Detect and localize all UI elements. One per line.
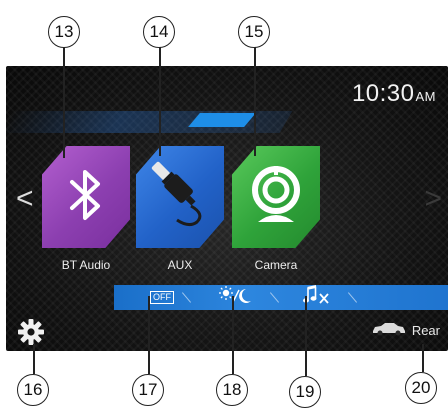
bt-audio-label: BT Audio [61,258,111,272]
callout-13: 13 [48,16,80,48]
mute-button[interactable] [298,285,334,310]
previous-page-arrow[interactable]: < [16,184,34,214]
display-off-label: OFF [153,292,171,302]
rear-camera-button[interactable]: Rear [372,322,440,339]
day-night-icon [218,286,254,309]
callout-20: 20 [405,372,437,404]
callout-16: 16 [17,374,49,406]
callout-15: 15 [238,16,270,48]
bluetooth-icon [69,166,103,229]
camera-label: Camera [254,258,298,272]
aux-cable-icon [147,160,213,235]
callout-17: 17 [132,374,164,406]
clock-ampm: AM [415,89,436,104]
camera-tile[interactable] [232,146,320,248]
aux-tile[interactable] [136,146,224,248]
rear-car-icon [372,322,412,339]
clock-time: 10:30 [351,80,415,107]
callout-14: 14 [143,16,175,48]
day-night-button[interactable] [214,285,258,310]
head-unit-screen: 10:30AM < > BT Audio AUX Camera OFF Rear [6,66,448,351]
rear-camera-label: Rear [411,323,440,338]
settings-button[interactable] [18,319,44,350]
status-strip: OFF [114,285,448,310]
page-indicator [188,113,256,127]
display-off-button[interactable]: OFF [148,285,176,310]
clock: 10:30AM [352,80,436,108]
callout-19: 19 [289,376,321,408]
callout-18: 18 [216,374,248,406]
display-off-icon: OFF [150,291,174,304]
next-page-arrow[interactable]: > [424,184,442,214]
aux-label: AUX [167,258,193,272]
bt-audio-tile[interactable] [42,146,130,248]
gear-icon [18,319,44,349]
camera-icon [248,164,304,231]
